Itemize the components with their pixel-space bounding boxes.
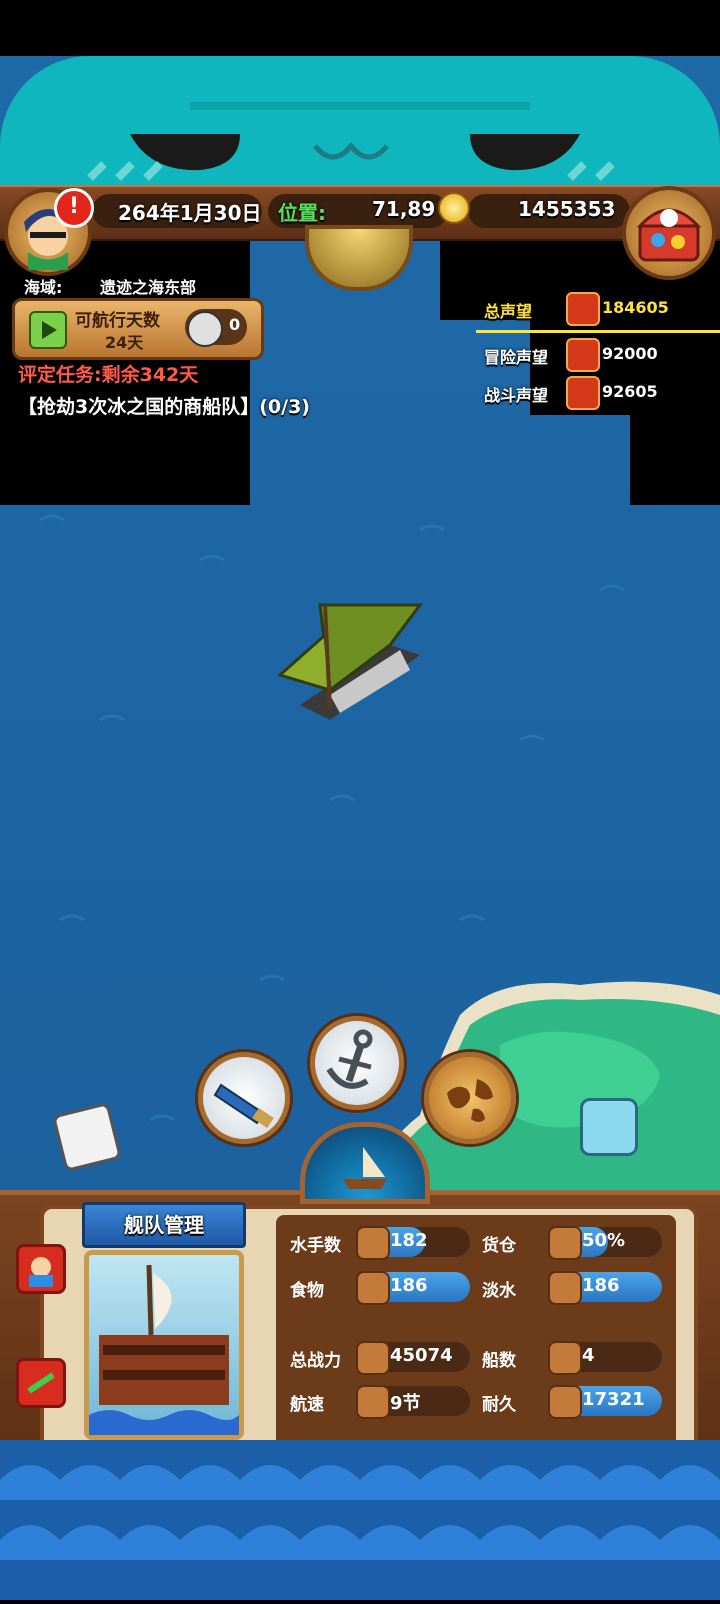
- spyglass-button[interactable]: [198, 1052, 290, 1144]
- repair-button[interactable]: [16, 1358, 66, 1408]
- mission-detail[interactable]: 【抢劫3次冰之国的商船队】(0/3): [18, 392, 310, 419]
- ship-illustration[interactable]: [84, 1250, 244, 1440]
- adventure-reputation-icon: [566, 338, 600, 372]
- food-label: 食物: [290, 1281, 324, 1301]
- power-icon: [356, 1341, 390, 1375]
- voyage-days-panel[interactable]: 可航行天数 24天 0: [12, 298, 264, 360]
- play-icon: [42, 321, 57, 339]
- voyage-days: 24天: [105, 333, 144, 352]
- voyage-counter: 0: [229, 315, 241, 334]
- location-label: 位置:: [278, 201, 326, 225]
- bottom-sea: [0, 1440, 720, 1600]
- water-label: 淡水: [482, 1281, 516, 1301]
- world-map-button[interactable]: [424, 1052, 516, 1144]
- adventure-reputation-value: 92000: [602, 344, 658, 363]
- sailor-icon: [29, 1257, 53, 1287]
- anchor-button[interactable]: [310, 1016, 404, 1110]
- durability-icon: [548, 1385, 582, 1419]
- power-label: 总战力: [290, 1351, 341, 1371]
- battle-reputation-icon: [566, 376, 600, 410]
- treasure-chest-icon[interactable]: [622, 186, 716, 280]
- fleet-title-ribbon[interactable]: 舰队管理: [82, 1202, 246, 1248]
- ship-count-icon: [548, 1341, 582, 1375]
- speed-value: 9节: [390, 1393, 421, 1414]
- speed-icon: [356, 1385, 390, 1419]
- ship-icon: [343, 1147, 387, 1189]
- battle-reputation-label: 战斗声望: [484, 386, 549, 405]
- top-decoration: [0, 56, 720, 186]
- voyage-label: 可航行天数: [75, 311, 160, 331]
- target-icon: [187, 311, 223, 347]
- ship-count-value: 4: [582, 1345, 595, 1366]
- play-button[interactable]: [29, 311, 67, 349]
- water-value: 186: [582, 1275, 620, 1296]
- fleet-title: 舰队管理: [124, 1213, 204, 1237]
- alert-icon[interactable]: !: [54, 188, 94, 228]
- repair-icon: [27, 1372, 55, 1394]
- sailors-value: 182: [390, 1230, 428, 1251]
- game-date: 264年1月30日: [118, 201, 262, 225]
- total-reputation-value: 184605: [602, 298, 669, 317]
- total-reputation-label: 总声望: [484, 302, 533, 321]
- sailor-button[interactable]: [16, 1244, 66, 1294]
- gold-coin-icon: [438, 192, 470, 224]
- cargo-icon: [548, 1226, 582, 1260]
- cargo-label: 货仓: [482, 1236, 516, 1256]
- player-ship[interactable]: [270, 595, 430, 725]
- ship-count-label: 船数: [482, 1351, 516, 1371]
- durability-label: 耐久: [482, 1395, 516, 1415]
- location-value: 71,89: [372, 197, 436, 221]
- ship-dock-button[interactable]: [300, 1122, 430, 1204]
- blue-cube-mascot[interactable]: [580, 1098, 638, 1156]
- sailors-icon: [356, 1226, 390, 1260]
- unexplored-area: [0, 0, 720, 56]
- unexplored-area: [630, 415, 720, 505]
- anchor-icon: [326, 1029, 373, 1089]
- mission-title: 评定任务:剩余342天: [18, 364, 199, 386]
- water-icon: [548, 1271, 582, 1305]
- total-reputation-icon: [566, 292, 600, 326]
- speed-label: 航速: [290, 1395, 324, 1415]
- food-icon: [356, 1271, 390, 1305]
- spyglass-icon: [213, 1083, 274, 1129]
- power-value: 45074: [390, 1345, 453, 1366]
- sailors-label: 水手数: [290, 1236, 341, 1256]
- adventure-reputation-label: 冒险声望: [484, 348, 549, 367]
- world-map-icon: [447, 1079, 493, 1122]
- sea-area-label: 海域:: [24, 278, 63, 297]
- cargo-value: 50%: [582, 1230, 626, 1251]
- durability-value: 17321: [582, 1389, 645, 1410]
- battle-reputation-value: 92605: [602, 382, 658, 401]
- gold-amount: 1455353: [518, 197, 616, 221]
- food-value: 186: [390, 1275, 428, 1296]
- sea-area-name: 遗迹之海东部: [100, 278, 197, 297]
